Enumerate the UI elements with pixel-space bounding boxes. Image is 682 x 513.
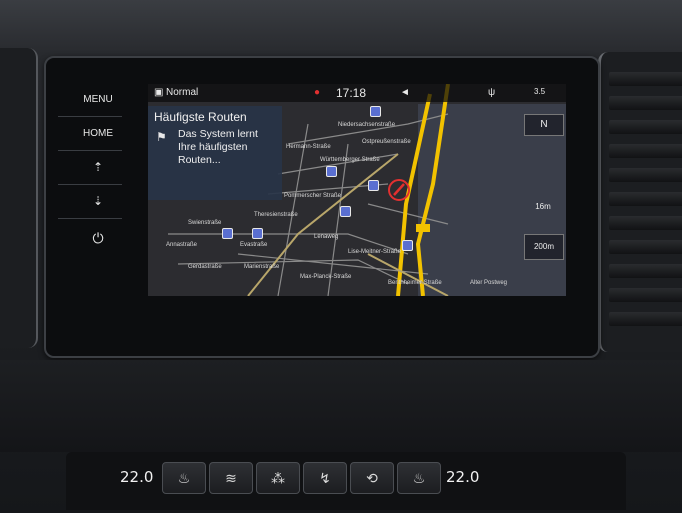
vent-slat: [609, 72, 682, 86]
home-button[interactable]: HOME: [76, 128, 120, 139]
street-label: Theresienstraße: [254, 212, 298, 218]
drive-profile: Normal: [166, 87, 199, 98]
poi-parking-icon[interactable]: [370, 106, 381, 117]
street-label: Swienstraße: [188, 220, 222, 226]
right-temperature: 22.0: [446, 468, 480, 486]
divider: [58, 218, 122, 219]
zoom-scale-button[interactable]: 200m: [524, 234, 564, 260]
vent-slat: [609, 288, 682, 302]
dashboard-top: [0, 0, 682, 60]
poi-parking-icon[interactable]: [340, 206, 351, 217]
right-air-vent: [598, 52, 682, 352]
vent-slat: [609, 168, 682, 182]
auto-climate-button[interactable]: ⁂: [256, 462, 300, 494]
vent-slat: [609, 120, 682, 134]
popup-text: Das System lernt Ihre häufigsten Routen.…: [178, 128, 258, 166]
vent-slat: [609, 192, 682, 206]
route-learning-icon: ⚑: [156, 130, 167, 144]
popup-title: Häufigste Routen: [154, 110, 247, 124]
vent-slat: [609, 144, 682, 158]
street-label: Gerdastraße: [188, 264, 222, 270]
poi-parking-icon[interactable]: [326, 166, 337, 177]
street-label: Annastraße: [166, 242, 198, 248]
airflow-button[interactable]: ↯: [303, 462, 347, 494]
recirculation-button[interactable]: ⟲: [350, 462, 394, 494]
left-air-vent: [0, 48, 38, 348]
mute-icon: ◄: [400, 87, 410, 98]
street-label: Max-Planck-Straße: [300, 274, 352, 280]
vent-slat: [609, 96, 682, 110]
signal-icon: ψ: [488, 87, 496, 98]
compass-button[interactable]: N: [524, 114, 564, 136]
car-icon: ▣: [154, 87, 164, 98]
popup-frequent-routes[interactable]: Häufigste Routen ⚑ Das System lernt Ihre…: [148, 106, 282, 200]
volume-down-button[interactable]: ⇣: [76, 194, 120, 208]
street-label: Alter Postweg: [470, 280, 508, 286]
status-distance: 3.5: [534, 87, 546, 96]
seat-vent-left-button[interactable]: ≋: [209, 462, 253, 494]
street-label: Marienstraße: [244, 264, 280, 270]
elevation-label: 16m: [535, 202, 551, 211]
divider: [58, 184, 122, 185]
climate-panel: 22.0 ♨ ≋ ⁂ ↯ ⟲ ♨ 22.0: [66, 452, 626, 510]
poi-parking-icon[interactable]: [368, 180, 379, 191]
vent-slat: [609, 312, 682, 326]
poi-parking-icon[interactable]: [252, 228, 263, 239]
menu-button[interactable]: MENU: [76, 94, 120, 105]
street-label: Evastraße: [240, 242, 268, 248]
volume-up-button[interactable]: ⇡: [76, 160, 120, 174]
vent-slat: [609, 216, 682, 230]
vent-slat: [609, 240, 682, 254]
vent-slat: [609, 264, 682, 278]
console-trim: [0, 360, 682, 452]
navigation-screen[interactable]: ▣ Normal ● 17:18 ◄ ψ 3.5 Häufigste Route…: [148, 84, 566, 296]
street-label: Niedersachsenstraße: [338, 122, 396, 128]
divider: [58, 116, 122, 117]
seat-heat-left-button[interactable]: ♨: [162, 462, 206, 494]
poi-fuel-icon[interactable]: [402, 240, 413, 251]
street-label: Württemberger Straße: [320, 157, 380, 163]
street-label: Benthheimer Straße: [388, 280, 442, 286]
street-label: Lise-Meitner-Straße: [348, 249, 402, 255]
clock: 17:18: [336, 86, 367, 100]
street-label: Lenaweg: [314, 234, 339, 240]
seat-heat-right-button[interactable]: ♨: [397, 462, 441, 494]
status-bar: ▣ Normal ● 17:18 ◄ ψ 3.5: [148, 84, 566, 102]
street-label: Ostpreußenstraße: [362, 139, 411, 145]
poi-parking-icon[interactable]: [222, 228, 233, 239]
recording-icon: ●: [314, 87, 321, 98]
left-temperature: 22.0: [120, 468, 154, 486]
street-label: Hermann-Straße: [286, 144, 331, 150]
dashboard: MENU HOME ⇡ ⇣ ⏻ ▣ Normal ● 17:18 ◄ ψ 3.5…: [0, 0, 682, 513]
street-label: Pommerscher Straße: [284, 193, 342, 199]
divider: [58, 150, 122, 151]
power-icon[interactable]: ⏻: [76, 230, 120, 247]
